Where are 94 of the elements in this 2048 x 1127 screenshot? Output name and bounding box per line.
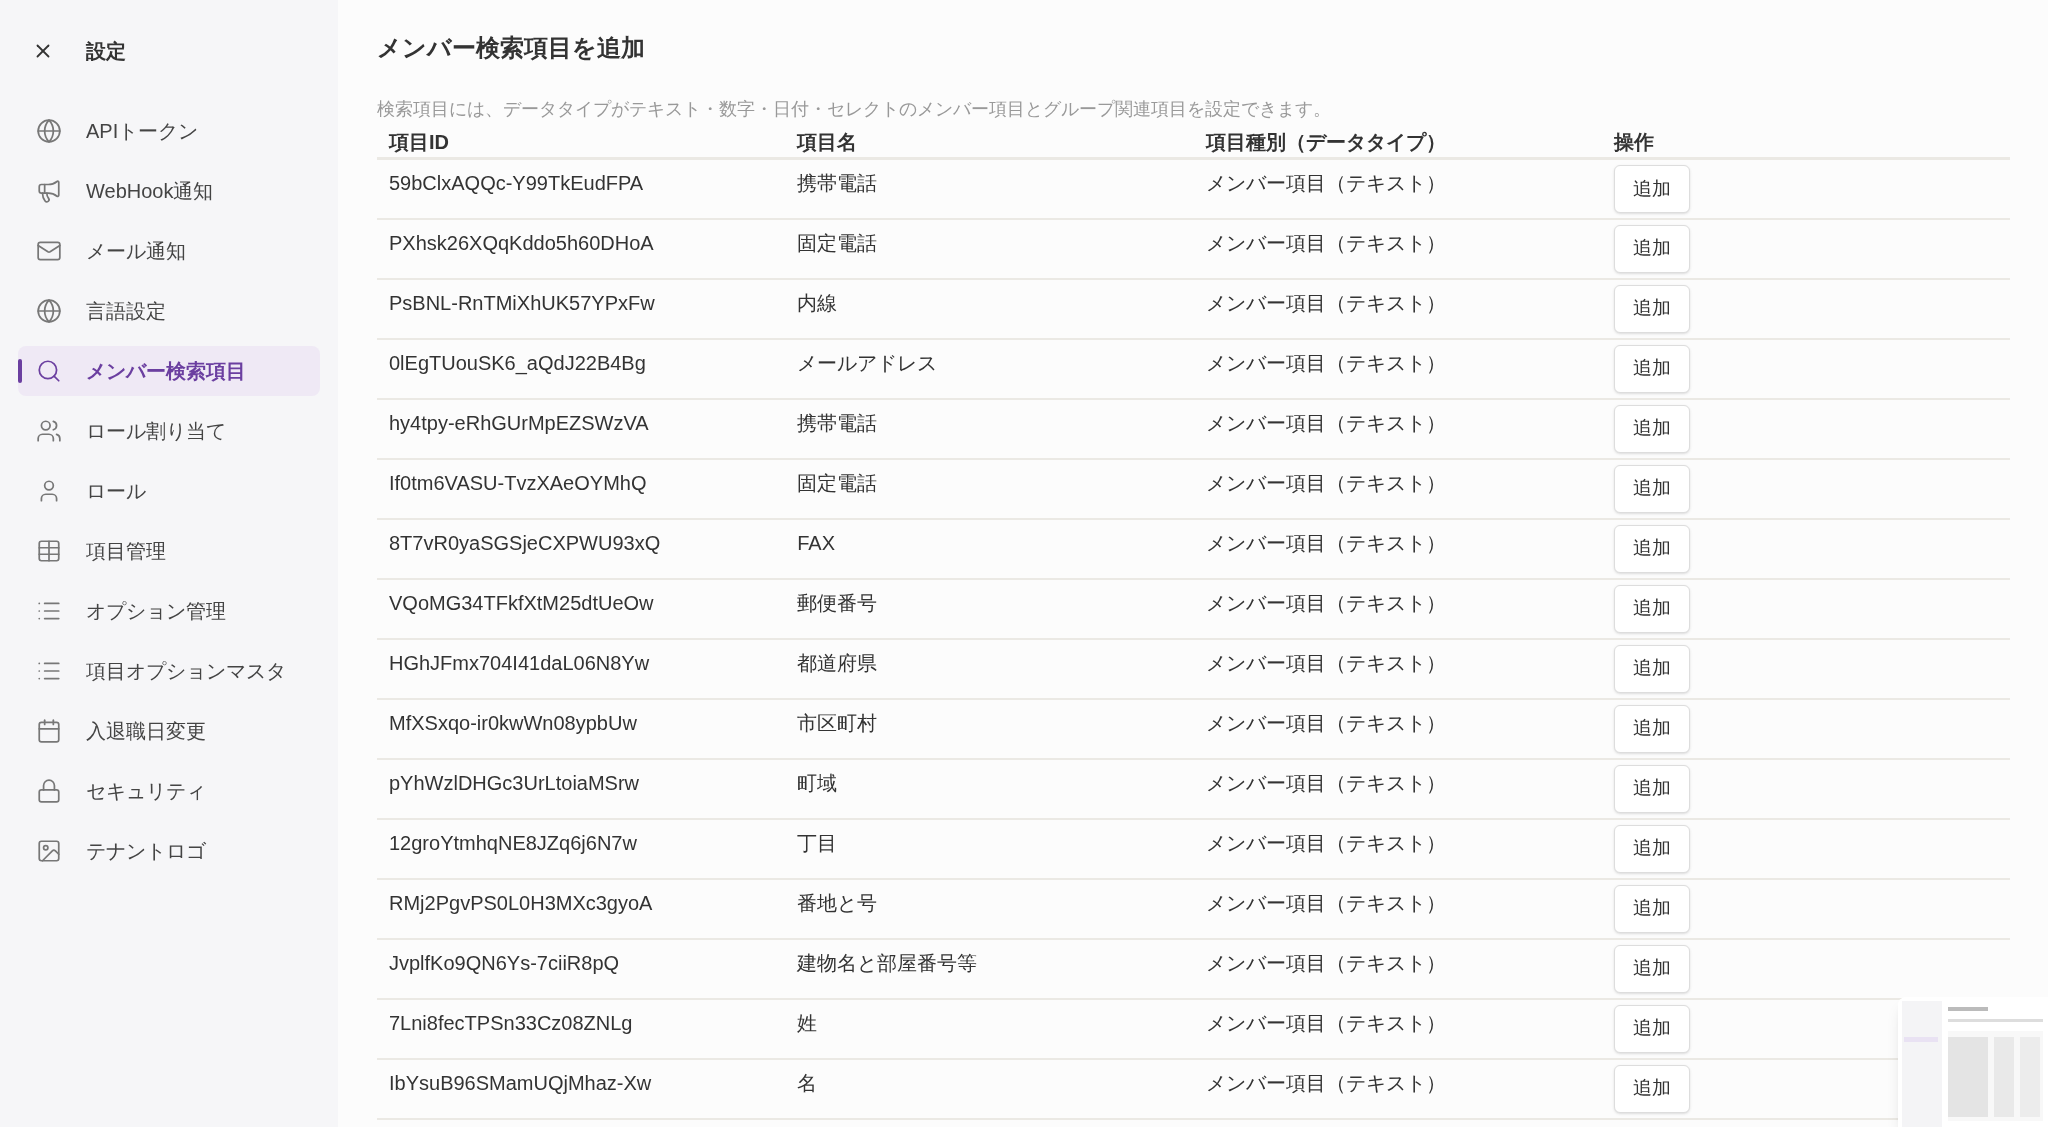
table-cell: メンバー項目（テキスト） bbox=[1205, 651, 1446, 674]
sidebar-title: 設定 bbox=[86, 39, 126, 64]
add-button[interactable]: 追加 bbox=[1613, 704, 1690, 753]
table-cell: メンバー項目（テキスト） bbox=[1205, 172, 1446, 194]
sidebar-item[interactable]: ロール割り当て bbox=[18, 406, 320, 456]
table-cell: MfXSxqo-ir0kwWn08ypbUw bbox=[389, 711, 637, 734]
image-icon bbox=[36, 838, 62, 864]
users-icon bbox=[36, 418, 62, 444]
table-cell: 市区町村 bbox=[797, 711, 878, 734]
table-cell: メンバー項目（テキスト） bbox=[1205, 1011, 1446, 1034]
table-cell: メンバー項目（テキスト） bbox=[1205, 951, 1446, 974]
table-cell: FAX bbox=[797, 531, 836, 554]
table-cell: メンバー項目（テキスト） bbox=[1205, 771, 1446, 794]
table-cell: 携帯電話 bbox=[797, 411, 878, 434]
table-cell: メンバー項目（テキスト） bbox=[1205, 231, 1446, 254]
table-cell: 姓 bbox=[797, 1011, 818, 1034]
add-button[interactable]: 追加 bbox=[1613, 764, 1690, 813]
calendar-icon bbox=[36, 718, 62, 744]
table-cell: 7Lni8fecTPSn33Cz08ZNLg bbox=[389, 1011, 633, 1034]
megaphone-icon bbox=[36, 178, 62, 204]
table-cell: VQoMG34TFkfXtM25dtUeOw bbox=[389, 591, 654, 614]
sidebar-item[interactable]: WebHook通知 bbox=[18, 166, 320, 216]
table-cell: 番地と号 bbox=[797, 891, 878, 914]
add-button[interactable]: 追加 bbox=[1613, 884, 1690, 933]
globe-icon bbox=[36, 298, 62, 324]
sidebar-item[interactable]: メール通知 bbox=[18, 226, 320, 276]
add-button[interactable]: 追加 bbox=[1613, 164, 1690, 213]
table-cell: メンバー項目（テキスト） bbox=[1205, 351, 1446, 374]
column-header: 項目ID bbox=[389, 131, 449, 153]
table-cell: PXhsk26XQqKddo5h60DHoA bbox=[389, 231, 654, 254]
sidebar-item[interactable]: ロール bbox=[18, 466, 320, 516]
sidebar-item[interactable]: セキュリティ bbox=[18, 766, 320, 816]
add-button[interactable]: 追加 bbox=[1613, 1004, 1690, 1053]
table-cell: メンバー項目（テキスト） bbox=[1205, 1071, 1446, 1094]
column-header: 操作 bbox=[1613, 131, 1654, 153]
table-cell: メンバー項目（テキスト） bbox=[1205, 471, 1446, 494]
table-cell: 12groYtmhqNE8JZq6j6N7w bbox=[389, 831, 637, 854]
table-cell: メンバー項目（テキスト） bbox=[1205, 411, 1446, 434]
page-title: メンバー検索項目を追加 bbox=[377, 33, 646, 63]
table-cell: 固定電話 bbox=[797, 231, 878, 254]
sidebar-item[interactable]: APIトークン bbox=[18, 106, 320, 156]
add-button[interactable]: 追加 bbox=[1613, 644, 1690, 693]
table-cell: 内線 bbox=[797, 291, 838, 314]
page-description: 検索項目には、データタイプがテキスト・数字・日付・セレクトのメンバー項目とグループ関連項目を設定できます。 bbox=[377, 98, 1332, 121]
add-button[interactable]: 追加 bbox=[1613, 344, 1690, 393]
table-cell: 固定電話 bbox=[797, 471, 878, 494]
table-cell: 名 bbox=[797, 1071, 818, 1094]
table-cell: JvplfKo9QN6Ys-7ciiR8pQ bbox=[389, 951, 620, 974]
sidebar-item[interactable]: オプション管理 bbox=[18, 586, 320, 636]
table-cell: 丁目 bbox=[797, 831, 838, 854]
table-icon bbox=[36, 538, 62, 564]
sidebar-item[interactable]: 項目オプションマスタ bbox=[18, 646, 320, 696]
table-cell: 携帯電話 bbox=[797, 172, 878, 194]
mail-icon bbox=[36, 238, 62, 264]
add-button[interactable]: 追加 bbox=[1613, 524, 1690, 573]
table-cell: 町域 bbox=[797, 771, 838, 794]
column-header: 項目種別（データタイプ） bbox=[1205, 131, 1446, 153]
search-icon bbox=[36, 358, 62, 384]
lock-icon bbox=[36, 778, 62, 804]
add-button[interactable]: 追加 bbox=[1613, 284, 1690, 333]
table-cell: hy4tpy-eRhGUrMpEZSWzVA bbox=[389, 411, 649, 434]
table-cell: RMj2PgvPS0L0H3MXc3gyoA bbox=[389, 891, 653, 914]
table-cell: メンバー項目（テキスト） bbox=[1205, 711, 1446, 734]
table-cell: メンバー項目（テキスト） bbox=[1205, 591, 1446, 614]
add-button[interactable]: 追加 bbox=[1613, 824, 1690, 873]
table-cell: HGhJFmx704I41daL06N8Yw bbox=[389, 651, 650, 674]
table-cell: 建物名と部屋番号等 bbox=[797, 951, 978, 974]
column-header: 項目名 bbox=[797, 131, 858, 153]
table-cell: If0tm6VASU-TvzXAeOYMhQ bbox=[389, 471, 647, 494]
table-cell: PsBNL-RnTMiXhUK57YPxFw bbox=[389, 291, 655, 314]
table-cell: IbYsuB96SMamUQjMhaz-Xw bbox=[389, 1071, 652, 1094]
add-button[interactable]: 追加 bbox=[1613, 944, 1690, 993]
table-cell: 59bClxAQQc-Y99TkEudFPA bbox=[389, 172, 644, 194]
add-button[interactable]: 追加 bbox=[1613, 584, 1690, 633]
add-button[interactable]: 追加 bbox=[1613, 464, 1690, 513]
sidebar-item[interactable]: 言語設定 bbox=[18, 286, 320, 336]
add-button[interactable]: 追加 bbox=[1613, 1064, 1690, 1113]
table-cell: メールアドレス bbox=[797, 351, 938, 374]
table-cell: 都道府県 bbox=[797, 651, 878, 674]
sidebar-item[interactable]: 入退職日変更 bbox=[18, 706, 320, 756]
add-button[interactable]: 追加 bbox=[1613, 224, 1690, 273]
table-cell: メンバー項目（テキスト） bbox=[1205, 291, 1446, 314]
table-cell: 郵便番号 bbox=[797, 591, 878, 614]
sidebar-item[interactable]: メンバー検索項目 bbox=[18, 346, 320, 396]
table-cell: メンバー項目（テキスト） bbox=[1205, 531, 1446, 554]
table-cell: メンバー項目（テキスト） bbox=[1205, 831, 1446, 854]
table-cell: pYhWzlDHGc3UrLtoiaMSrw bbox=[389, 771, 640, 794]
sidebar-item[interactable]: 項目管理 bbox=[18, 526, 320, 576]
table-cell: 8T7vR0yaSGSjeCXPWU93xQ bbox=[389, 531, 661, 554]
add-button[interactable]: 追加 bbox=[1613, 404, 1690, 453]
table-cell: 0lEgTUouSK6_aQdJ22B4Bg bbox=[389, 351, 646, 374]
table-cell: メンバー項目（テキスト） bbox=[1205, 891, 1446, 914]
globe-icon bbox=[36, 118, 62, 144]
sidebar-item[interactable]: テナントロゴ bbox=[18, 826, 320, 876]
